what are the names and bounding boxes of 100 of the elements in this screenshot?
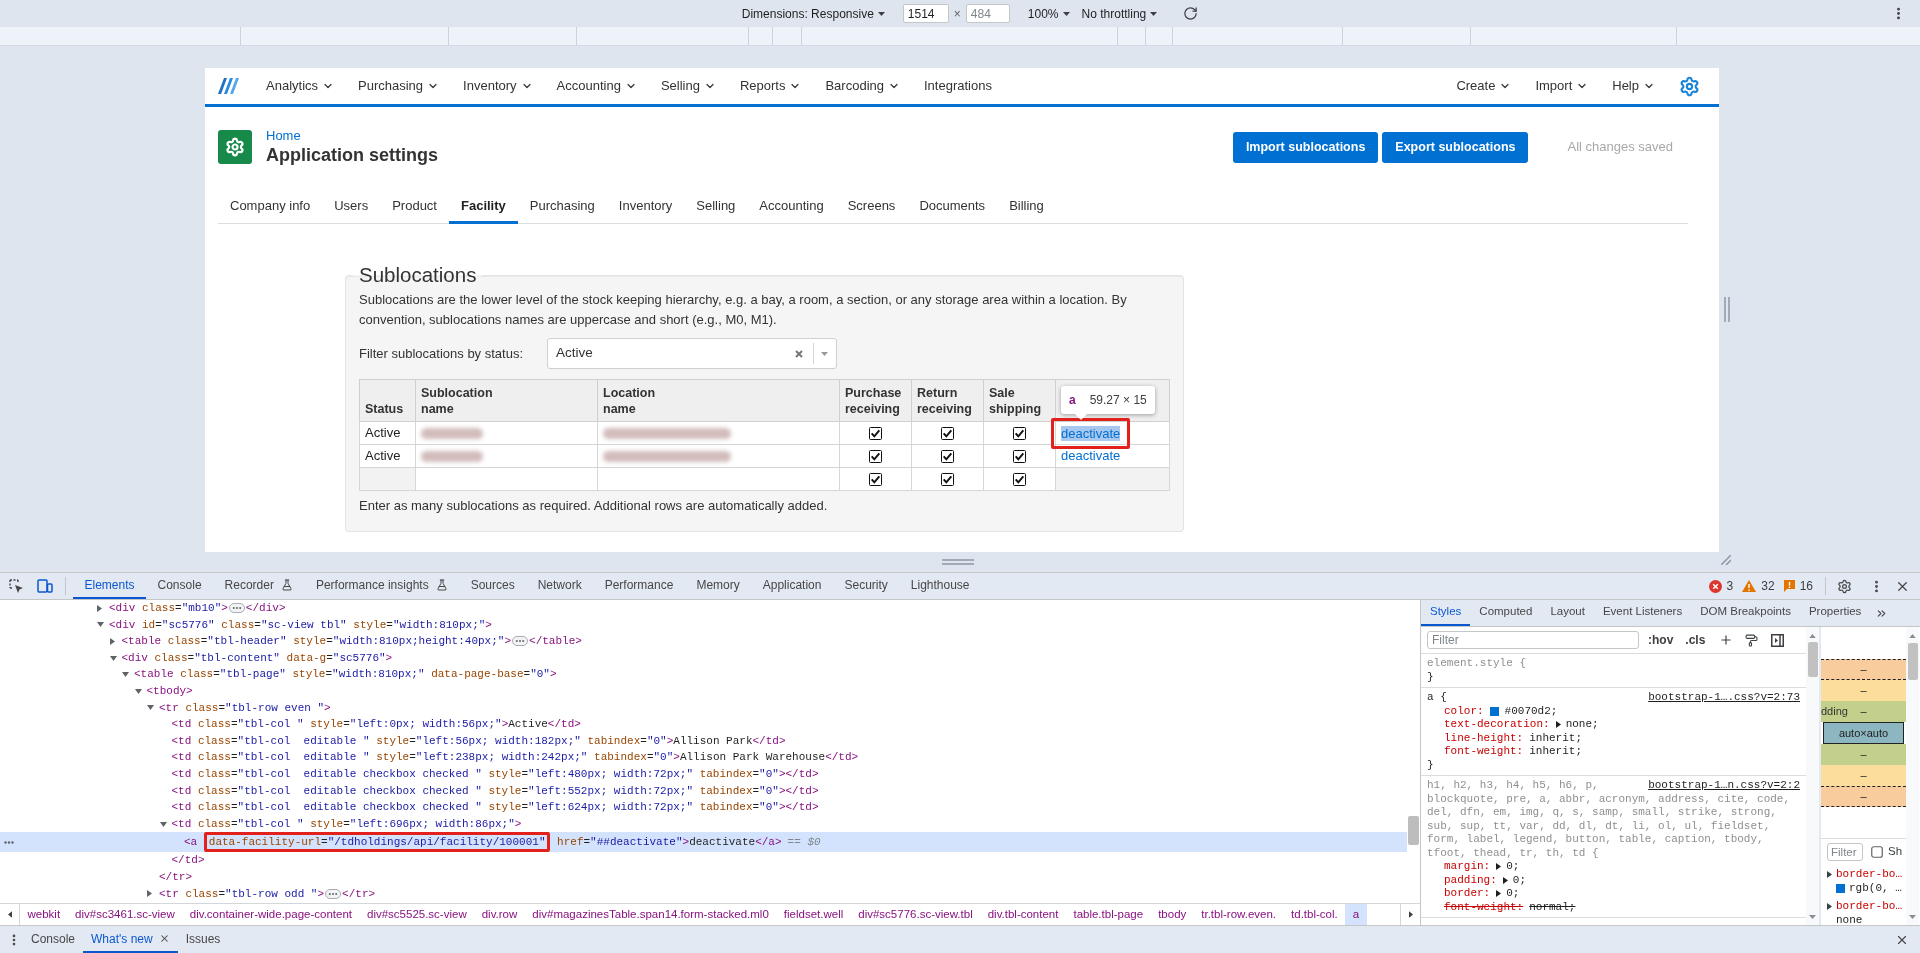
breadcrumb-item[interactable]: div.container-wide.page-content [182, 904, 360, 925]
dom-node-text[interactable]: <table class="tbl-page" style="width:810px;" data-page-base="0"> [134, 666, 557, 683]
dom-node-text[interactable]: </table> [529, 633, 582, 650]
stylesheet-link[interactable]: bootstrap-1…n.css?v=2:2 [1648, 779, 1800, 793]
checkbox[interactable] [869, 449, 882, 463]
logo-icon[interactable] [218, 78, 240, 94]
breadcrumb-item[interactable]: div#sc3461.sc-view [67, 904, 183, 925]
css-value[interactable]: 0; [1512, 873, 1526, 887]
toolbar-button[interactable]: :hov [1648, 631, 1674, 649]
settings-tab[interactable]: Screens [835, 190, 908, 224]
sidebar-tab[interactable]: Properties [1799, 600, 1871, 626]
breadcrumb-item[interactable]: div#magazinesTable.span14.form-stacked.ml0 [524, 904, 777, 925]
drawer-tab[interactable]: Console [23, 926, 84, 953]
sidebar-tab[interactable]: Event Listeners [1593, 600, 1692, 626]
issue-counter[interactable]: 32 [1742, 577, 1775, 595]
settings-tab[interactable]: Billing [997, 190, 1056, 224]
sidebar-tab[interactable]: Layout [1541, 600, 1594, 626]
dom-node-text[interactable]: <td class="tbl-col editable " style="left:56px; width:182px;" tabindex="0">Allison Park</td> [171, 732, 786, 750]
css-property[interactable]: border: [1444, 887, 1491, 901]
dom-node-text[interactable]: <tr class="tbl-row odd "> [159, 885, 325, 903]
sidebar-tab[interactable]: DOM Breakpoints [1691, 600, 1800, 626]
nav-menu-item[interactable]: Barcoding [813, 68, 912, 104]
close-icon[interactable] [158, 933, 170, 944]
devtools-tab[interactable]: Performance insights [304, 573, 460, 599]
settings-tab[interactable]: Inventory [606, 190, 685, 224]
settings-tab[interactable]: Product [380, 190, 449, 224]
box-model-value[interactable]: – [1860, 767, 1867, 784]
css-property[interactable]: margin: [1444, 860, 1491, 874]
css-value[interactable]: none; [1565, 718, 1599, 732]
filter-field[interactable]: Filter [1827, 842, 1863, 861]
scrollbar-thumb[interactable] [1408, 816, 1419, 845]
settings-tab[interactable]: Company info [218, 190, 323, 224]
breadcrumb-item[interactable]: table.tbl-page [1065, 904, 1151, 925]
settings-tab[interactable]: Documents [907, 190, 998, 224]
settings-tab[interactable]: Facility [449, 190, 518, 224]
checkbox[interactable] [941, 449, 954, 463]
css-value[interactable]: rgb(0, … [1849, 881, 1902, 895]
selected-node-row[interactable]: <a data-facility-url="/tdholdings/api/facility/100001" href="##deactivate">deactivate</a> == $0 [0, 832, 1407, 853]
dom-node-text[interactable]: <div class="mb10"> [109, 600, 228, 617]
height-field[interactable]: 484 [965, 4, 1010, 23]
settings-tab[interactable]: Selling [684, 190, 748, 224]
scroll-up-icon[interactable] [1909, 634, 1916, 638]
css-value[interactable]: 0; [1506, 860, 1520, 874]
nav-menu-item[interactable]: Create [1444, 68, 1524, 104]
device-toolbar-icon[interactable] [37, 579, 53, 593]
status-filter-select[interactable]: Active [547, 338, 837, 369]
nav-menu-item[interactable]: Accounting [544, 68, 649, 104]
breadcrumb-item[interactable]: fieldset.well [776, 904, 851, 925]
dom-node-text[interactable]: <td class="tbl-col editable checkbox checked " style="left:480px; width:72px;" tabindex="0"></td> [171, 766, 819, 783]
dom-node-text[interactable]: <td class="tbl-col editable checkbox checked " style="left:624px; width:72px;" tabindex="0"></td> [171, 799, 819, 816]
ellipsis-badge-icon[interactable] [325, 888, 342, 899]
css-property[interactable]: padding: [1444, 873, 1497, 887]
issue-counter[interactable]: 16 [1783, 577, 1813, 595]
breadcrumb-item[interactable]: tr.tbl-row.even. [1193, 904, 1284, 925]
dimensions-dropdown[interactable]: Dimensions: Responsive [739, 3, 887, 24]
checkbox[interactable] [869, 426, 882, 440]
drawer-tab[interactable]: What's new [83, 926, 178, 953]
nav-menu-item[interactable]: Import [1523, 68, 1601, 104]
scrollbar-thumb[interactable] [1807, 642, 1818, 677]
clear-icon[interactable] [795, 349, 803, 358]
export-button[interactable]: Export sublocations [1382, 131, 1529, 163]
dom-node-text[interactable]: </tr> [342, 885, 376, 903]
devtools-tab[interactable]: Application [751, 573, 833, 599]
sidebar-tab[interactable]: Styles [1421, 600, 1471, 626]
scroll-up-icon[interactable] [1809, 634, 1816, 638]
toolbar-button[interactable]: .cls [1685, 631, 1706, 649]
plus-icon[interactable] [1719, 633, 1734, 647]
dom-node-text[interactable]: <td class="tbl-col " style="left:0px; width:56px;">Active</td> [171, 716, 581, 733]
css-value[interactable]: inherit; [1529, 745, 1583, 759]
paint-roller-icon[interactable] [1745, 633, 1759, 647]
dom-node-text[interactable]: href="##deactivate">deactivate</a> [550, 834, 782, 851]
dom-node-text[interactable]: </tr> [159, 868, 192, 886]
more-icon[interactable] [4, 840, 14, 844]
css-property[interactable]: border-bo… [1836, 899, 1902, 913]
nav-menu-item[interactable]: Inventory [451, 68, 545, 104]
resize-handle-icon[interactable] [1724, 297, 1730, 322]
devtools-tab[interactable]: Sources [459, 573, 527, 599]
checkbox[interactable] [1871, 845, 1883, 858]
css-property[interactable]: font-weight: [1444, 745, 1524, 759]
breadcrumb-item[interactable]: webkit [20, 904, 68, 925]
color-swatch-icon[interactable] [1489, 706, 1499, 716]
rotate-icon[interactable] [1183, 6, 1199, 21]
nav-menu-item[interactable]: Purchasing [346, 68, 452, 104]
css-value[interactable]: inherit; [1529, 731, 1583, 745]
breadcrumb-item[interactable]: div.tbl-content [980, 904, 1066, 925]
breadcrumb-item[interactable]: div#sc5525.sc-view [359, 904, 475, 925]
issue-counter[interactable]: 3 [1708, 577, 1734, 595]
breadcrumb-item[interactable]: div#sc5776.sc-view.tbl [850, 904, 981, 925]
breadcrumb-item[interactable]: tbody [1150, 904, 1194, 925]
dom-node-text[interactable]: <td class="tbl-col " style="left:696px; width:86px;"> [171, 815, 522, 833]
devtools-tab[interactable]: Lighthouse [899, 573, 982, 599]
css-value[interactable]: 0; [1506, 887, 1520, 901]
scrollbar-thumb[interactable] [1907, 643, 1918, 680]
devtools-tab[interactable]: Console [146, 573, 214, 599]
nav-menu-item[interactable]: Selling [648, 68, 728, 104]
nav-menu-item[interactable]: Integrations [912, 68, 1004, 104]
settings-tab[interactable]: Users [322, 190, 381, 224]
dom-node-text[interactable]: <div id="sc5776" class="sc-view tbl" style="width:810px;"> [109, 616, 492, 634]
breadcrumb-item[interactable]: div.row [474, 904, 525, 925]
dom-node-text[interactable]: <div class="tbl-content" data-g="sc5776"> [121, 649, 393, 667]
